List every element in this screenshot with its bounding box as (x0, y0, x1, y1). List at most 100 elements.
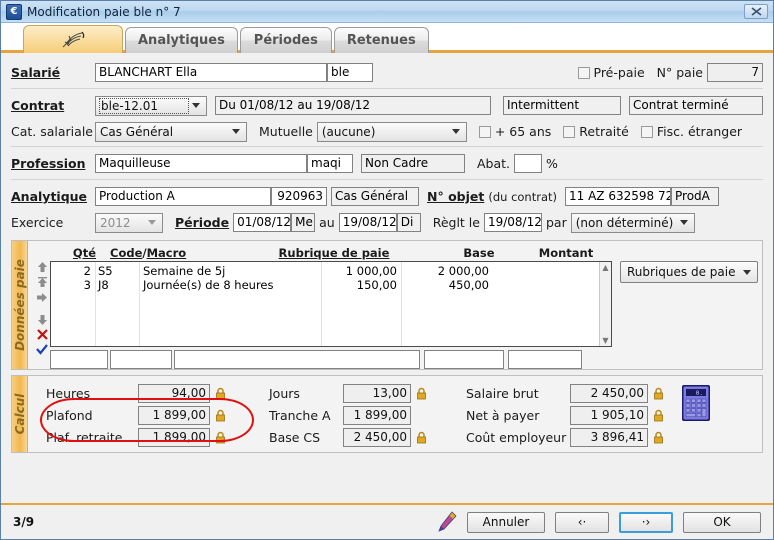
contrat-periode-field[interactable]: Du 01/08/12 au 19/08/12 (215, 96, 491, 115)
plafond-label: Plafond (46, 407, 93, 423)
objet-input[interactable]: 11 AZ 632598 72 (565, 187, 672, 206)
close-icon[interactable] (744, 4, 768, 19)
plus65-checkbox[interactable]: + 65 ans (478, 124, 551, 139)
abattement-input[interactable] (514, 154, 543, 173)
base-cs-label: Base CS (269, 429, 321, 445)
profession-input[interactable]: Maquilleuse (95, 154, 307, 173)
calcul-field-plaf-retraite: Plaf. retraite 1 899,00 (46, 426, 227, 448)
periode-debut-input[interactable]: 01/08/12 (233, 213, 292, 232)
retraite-checkbox[interactable]: Retraité (563, 124, 629, 139)
calcul-column-3: Salaire brut 2 450,00 Net à payer 1 905,… (466, 382, 665, 448)
scroll-up-icon[interactable]: ▲ (600, 262, 611, 273)
new-base-input[interactable] (424, 350, 504, 369)
plafond-value[interactable]: 1 899,00 (138, 405, 210, 425)
rubriques-de-paie-button[interactable]: Rubriques de paie (620, 261, 759, 283)
grid-new-row (50, 350, 612, 369)
window-title: Modification paie ble n° 7 (27, 4, 181, 19)
mode-reglement-select[interactable]: (non déterminé) (570, 212, 695, 233)
analytique-code-input[interactable]: 920963 (271, 187, 327, 206)
exercice-select-value: 2012 (100, 215, 131, 230)
profession-code-input[interactable]: maqi (307, 154, 353, 173)
heures-value[interactable]: 94,00 (138, 383, 210, 403)
base-cs-value[interactable]: 2 450,00 (343, 427, 411, 447)
status-bar: 3/9 Annuler ‹· ·› OK (1, 503, 773, 539)
calcul-rail: Calcul (12, 376, 28, 452)
form-divider-3 (11, 179, 763, 180)
contrat-select[interactable]: ble-12.01 (95, 95, 207, 116)
table-row[interactable]: 2 S5 Semaine de 5j 1 000,00 2 000,00 (51, 264, 611, 278)
pencil-icon[interactable] (437, 511, 457, 533)
cell-qte: 3 (83, 278, 91, 292)
fisc-etranger-checkbox[interactable]: Fisc. étranger (640, 124, 742, 139)
feather-icon (62, 31, 85, 47)
tab-general[interactable] (23, 25, 123, 53)
new-qte-input[interactable] (50, 350, 108, 369)
categorie-select[interactable]: Cas Général (95, 121, 247, 142)
reglt-input[interactable]: 19/08/12 (483, 213, 542, 232)
calcul-field-tranche-a: Tranche A 1 899,00 (269, 404, 428, 426)
salaire-brut-label: Salaire brut (466, 385, 539, 401)
objet-code-field[interactable]: ProdA (671, 187, 720, 206)
prepaie-checkbox[interactable]: Pré-paie (577, 65, 645, 80)
move-up-icon[interactable] (37, 261, 47, 276)
grid-wrapper: Qté Code/Macro Rubrique de paie Base Mon… (34, 245, 759, 369)
contrat-label: Contrat (11, 98, 65, 113)
abattement-label: Abat. (477, 156, 511, 171)
ok-button[interactable]: OK (683, 511, 761, 533)
tranche-a-value[interactable]: 1 899,00 (343, 405, 411, 425)
cell-rubrique: Journée(s) de 8 heures (143, 278, 274, 292)
lock-icon (654, 387, 663, 399)
exercice-select[interactable]: 2012 (95, 212, 163, 233)
analytique-input[interactable]: Production A (95, 187, 271, 206)
objet-sublabel: (du contrat) (488, 189, 558, 204)
cout-employeur-value[interactable]: 3 896,41 (570, 427, 648, 447)
insert-icon[interactable] (37, 291, 47, 306)
tab-analytiques-label: Analytiques (138, 33, 225, 48)
net-a-payer-value[interactable]: 1 905,10 (570, 405, 648, 425)
scroll-down-icon[interactable]: ▼ (600, 335, 611, 346)
new-rubrique-input[interactable] (174, 350, 420, 369)
salarie-name-input[interactable]: BLANCHART Ella (95, 63, 327, 82)
cell-rubrique: Semaine de 5j (143, 264, 226, 278)
analytique-categorie-field[interactable]: Cas Général (331, 187, 419, 206)
prev-button[interactable]: ‹· (555, 511, 609, 533)
donnees-paie-rail: Données paie (12, 241, 28, 369)
periode-fin-jour: Di (396, 213, 421, 232)
salaire-brut-value[interactable]: 2 450,00 (570, 383, 648, 403)
contrat-select-value: ble-12.01 (99, 97, 189, 114)
grid-scrollbar[interactable]: ▲ ▼ (599, 262, 611, 346)
periode-fin-input[interactable]: 19/08/12 (338, 213, 397, 232)
new-montant-input[interactable] (508, 350, 582, 369)
validate-icon[interactable] (36, 344, 48, 359)
nopaie-input[interactable]: 7 (707, 63, 763, 82)
tab-periodes[interactable]: Périodes (239, 27, 332, 53)
grid-body[interactable]: 2 S5 Semaine de 5j 1 000,00 2 000,00 3 J… (50, 261, 612, 347)
tranche-a-label: Tranche A (269, 407, 331, 423)
new-code-input[interactable] (110, 350, 172, 369)
tab-analytiques[interactable]: Analytiques (125, 27, 238, 53)
jours-value[interactable]: 13,00 (343, 383, 411, 403)
delete-icon[interactable] (36, 329, 48, 344)
plaf-retraite-value[interactable]: 1 899,00 (138, 427, 210, 447)
contrat-statut-field[interactable]: Contrat terminé (629, 96, 763, 115)
cell-montant: 2 000,00 (437, 264, 489, 278)
col-code-macro: Code/Macro (110, 246, 187, 260)
calcul-field-plafond: Plafond 1 899,00 (46, 404, 227, 426)
cancel-button[interactable]: Annuler (467, 511, 545, 533)
cadre-field[interactable]: Non Cadre (361, 154, 465, 173)
col-rubrique: Rubrique de paie (278, 246, 390, 260)
tab-retenues[interactable]: Retenues (333, 27, 429, 53)
move-top-icon[interactable] (37, 276, 47, 291)
close-glyph (751, 7, 761, 16)
calculator-icon[interactable]: 0. (679, 384, 713, 424)
row-exercice: Exercice 2012 Période 01/08/12 Me au 19/… (11, 210, 763, 235)
calcul-column-2: Jours 13,00 Tranche A 1 899,00 Base CS 2… (269, 382, 428, 448)
contrat-type-field[interactable]: Intermittent (503, 96, 621, 115)
move-down-icon[interactable] (37, 314, 47, 329)
calcul-body: Heures 94,00 Plafond 1 899,00 Plaf. retr… (28, 376, 762, 452)
mutuelle-select[interactable]: (aucune) (316, 121, 467, 142)
table-row[interactable]: 3 J8 Journée(s) de 8 heures 150,00 450,0… (51, 278, 611, 292)
calcul-panel: Calcul Heures 94,00 Plafond 1 899,00 Pla… (11, 375, 763, 453)
salarie-code-input[interactable]: ble (327, 63, 373, 82)
next-button[interactable]: ·› (619, 511, 673, 533)
